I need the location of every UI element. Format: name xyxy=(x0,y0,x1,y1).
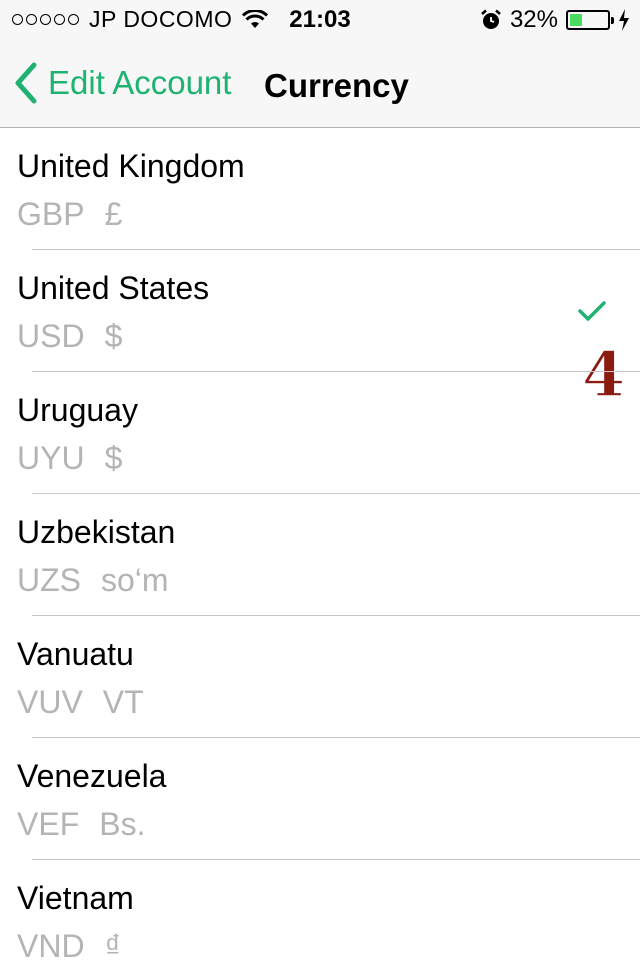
checkmark-icon xyxy=(578,301,606,321)
currency-code: VND xyxy=(17,928,85,960)
currency-code: USD xyxy=(17,318,85,354)
currency-row[interactable]: United States USD $4 xyxy=(0,250,640,412)
currency-row[interactable]: Uzbekistan UZS so‘m xyxy=(0,494,640,616)
navigation-bar: Edit Account Currency xyxy=(0,40,640,128)
country-name: Uruguay xyxy=(17,392,138,428)
currency-detail: GBP £ xyxy=(17,196,122,233)
currency-row[interactable]: Venezuela VEF Bs. xyxy=(0,738,640,860)
chevron-left-icon xyxy=(15,62,37,104)
currency-detail: UZS so‘m xyxy=(17,562,169,599)
currency-row[interactable]: Uruguay UYU $ xyxy=(0,372,640,494)
currency-code: GBP xyxy=(17,196,85,232)
currency-detail: UYU $ xyxy=(17,440,122,477)
country-name: Venezuela xyxy=(17,758,167,794)
currency-symbol: £ xyxy=(104,196,123,232)
back-button-label: Edit Account xyxy=(48,64,232,101)
back-button[interactable]: Edit Account xyxy=(14,62,231,104)
country-name: United Kingdom xyxy=(17,148,245,184)
currency-code: UZS xyxy=(17,562,81,598)
country-name: Uzbekistan xyxy=(17,514,176,550)
alarm-icon xyxy=(481,9,501,29)
currency-symbol: $ xyxy=(104,440,123,476)
country-name: United States xyxy=(17,270,210,306)
currency-list: United Kingdom GBP £ United States USD $4 Urug… xyxy=(0,128,640,960)
currency-code: UYU xyxy=(17,440,85,476)
status-right: 32% xyxy=(480,6,630,34)
currency-detail: USD $ xyxy=(17,318,122,355)
currency-detail: VEF Bs. xyxy=(17,806,145,843)
currency-symbol: ₫ xyxy=(104,928,121,960)
page-title: Currency xyxy=(264,67,409,104)
battery-icon xyxy=(566,10,614,30)
charging-bolt-icon xyxy=(619,9,629,31)
battery-percent: 32% xyxy=(509,6,558,33)
currency-row[interactable]: Vietnam VND ₫ xyxy=(0,860,640,960)
currency-symbol: so‘m xyxy=(101,562,169,598)
time-label: 21:03 xyxy=(289,6,351,33)
currency-symbol: VT xyxy=(102,684,144,720)
currency-row[interactable]: United Kingdom GBP £ xyxy=(0,128,640,250)
currency-detail: VUV VT xyxy=(17,684,144,721)
currency-screen: JP DOCOMO 21:03 32% Edit Account Currenc… xyxy=(0,0,640,960)
battery-fill xyxy=(570,14,582,26)
currency-detail: VND ₫ xyxy=(17,928,121,960)
status-bar: JP DOCOMO 21:03 32% xyxy=(0,0,640,40)
currency-code: VEF xyxy=(17,806,80,842)
country-name: Vietnam xyxy=(17,880,134,916)
currency-code: VUV xyxy=(17,684,83,720)
country-name: Vanuatu xyxy=(17,636,134,672)
currency-row[interactable]: Vanuatu VUV VT xyxy=(0,616,640,738)
currency-symbol: Bs. xyxy=(99,806,146,842)
currency-symbol: $ xyxy=(104,318,123,354)
